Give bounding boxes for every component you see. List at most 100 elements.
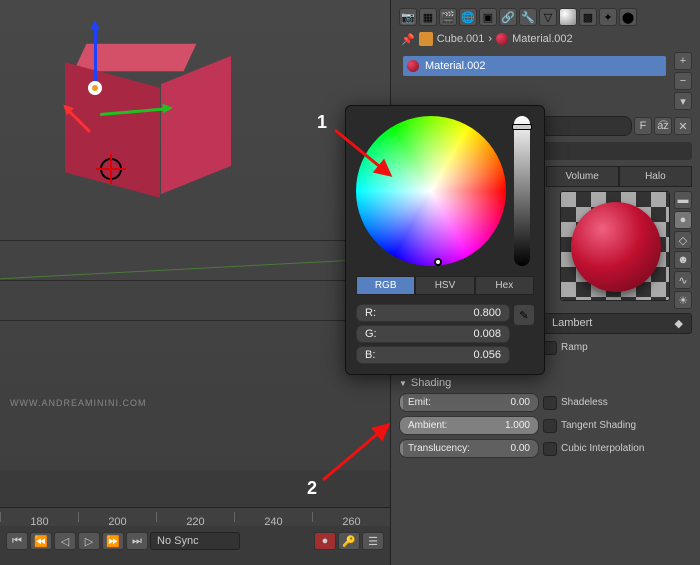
layers-tab-icon[interactable]: ▦: [419, 8, 437, 26]
diffuse-shader-label: Lambert: [552, 317, 592, 330]
preview-sky-icon[interactable]: ☀: [674, 291, 692, 309]
annotation-arrow-1: [330, 125, 400, 185]
grid-line: [0, 240, 390, 241]
preview-cube-icon[interactable]: ◇: [674, 231, 692, 249]
ambient-row: Ambient: 1.000 Tangent Shading: [399, 416, 692, 435]
texture-tab-icon[interactable]: ▩: [579, 8, 597, 26]
translucency-label: Translucency:: [408, 443, 470, 454]
data-tab-icon[interactable]: ▽: [539, 8, 557, 26]
preview-sphere-icon[interactable]: ●: [674, 211, 692, 229]
material-slot-name: Material.002: [425, 60, 486, 72]
translucency-row: Translucency: 0.00 Cubic Interpolation: [399, 439, 692, 458]
g-label: G:: [365, 328, 377, 340]
halo-tab[interactable]: Halo: [619, 166, 692, 187]
physics-tab-icon[interactable]: ⬤: [619, 8, 637, 26]
datablock-breadcrumb: 📌 Cube.001 › Material.002: [401, 32, 690, 46]
cursor-3d[interactable]: [100, 158, 122, 180]
emit-value: 0.00: [511, 397, 530, 408]
breadcrumb-material[interactable]: Material.002: [512, 33, 573, 45]
breadcrumb-separator: ›: [488, 33, 492, 45]
auto-keyframe-button[interactable]: ●: [314, 532, 336, 550]
timeline-tick: 240: [234, 512, 312, 522]
render-tab-icon[interactable]: 📷: [399, 8, 417, 26]
gizmo-z-axis[interactable]: [94, 23, 97, 88]
play-reverse-button[interactable]: ◁: [54, 532, 76, 550]
annotation-1: 1: [317, 112, 327, 133]
add-material-slot-button[interactable]: +: [674, 52, 692, 70]
timeline-editor: 180 200 220 240 260 ⏮ ⏪ ◁ ▷ ⏩ ⏭ No Sync …: [0, 507, 390, 565]
preview-monkey-icon[interactable]: ☻: [674, 251, 692, 269]
material-specials-button[interactable]: ▾: [674, 92, 692, 110]
rgb-tab[interactable]: RGB: [356, 276, 415, 295]
eyedropper-button[interactable]: ✎: [514, 305, 534, 325]
diffuse-shader-select[interactable]: Lambert ◆: [543, 313, 692, 334]
material-preview-icon: [407, 60, 419, 72]
viewport-canvas[interactable]: WWW.ANDREAMININI.COM: [0, 0, 390, 470]
g-value-field[interactable]: G: 0.008: [356, 325, 510, 343]
remove-material-slot-button[interactable]: −: [674, 72, 692, 90]
gizmo-origin[interactable]: [88, 81, 102, 95]
grid-line: [0, 320, 390, 321]
translucency-value: 0.00: [511, 443, 530, 454]
shadeless-label: Shadeless: [561, 397, 608, 408]
material-slot-list[interactable]: Material.002: [403, 56, 666, 106]
timeline-ruler[interactable]: 180 200 220 240 260: [0, 508, 390, 526]
breadcrumb-object[interactable]: Cube.001: [437, 33, 485, 45]
cubic-checkbox[interactable]: [543, 442, 557, 456]
emit-row: Emit: 0.00 Shadeless: [399, 393, 692, 412]
fake-user-button[interactable]: F: [634, 117, 652, 135]
r-value-field[interactable]: R: 0.800: [356, 304, 510, 322]
shading-panel-header[interactable]: ▼ Shading: [399, 377, 692, 389]
annotation-arrow-2: [318, 420, 398, 485]
color-mode-tabs: RGB HSV Hex: [356, 276, 534, 295]
keying-menu-icon[interactable]: ☰: [362, 532, 384, 550]
ambient-value: 1.000: [505, 420, 530, 431]
color-wheel-cursor[interactable]: [434, 258, 442, 266]
play-button[interactable]: ▷: [78, 532, 100, 550]
pin-icon[interactable]: 📌: [401, 33, 415, 46]
preview-render: [560, 191, 670, 301]
jump-end-button[interactable]: ⏭: [126, 532, 148, 550]
hex-tab[interactable]: Hex: [475, 276, 534, 295]
annotation-2: 2: [307, 478, 317, 499]
keying-set-icon[interactable]: 🔑: [338, 532, 360, 550]
preview-flat-icon[interactable]: ▬: [674, 191, 692, 209]
watermark: WWW.ANDREAMININI.COM: [10, 398, 147, 408]
mesh-cube[interactable]: [30, 20, 220, 210]
ramp-checkbox[interactable]: [543, 341, 557, 355]
emit-label: Emit:: [408, 397, 431, 408]
shadeless-checkbox[interactable]: [543, 396, 557, 410]
axis-y-line: [0, 258, 390, 279]
translucency-slider[interactable]: Translucency: 0.00: [399, 439, 539, 458]
cube-right-face: [161, 56, 231, 194]
ambient-slider[interactable]: Ambient: 1.000: [399, 416, 539, 435]
material-slot-active[interactable]: Material.002: [403, 56, 666, 76]
hsv-tab[interactable]: HSV: [415, 276, 474, 295]
value-slider[interactable]: [514, 116, 530, 266]
value-slider-handle[interactable]: [512, 124, 532, 130]
modifiers-tab-icon[interactable]: 🔧: [519, 8, 537, 26]
timeline-tick: 180: [0, 512, 78, 522]
object-tab-icon[interactable]: ▣: [479, 8, 497, 26]
preview-hair-icon[interactable]: ∿: [674, 271, 692, 289]
volume-tab[interactable]: Volume: [546, 166, 619, 187]
emit-slider[interactable]: Emit: 0.00: [399, 393, 539, 412]
scene-tab-icon[interactable]: 🎬: [439, 8, 457, 26]
material-tab-icon[interactable]: [559, 8, 577, 26]
timeline-tick: 220: [156, 512, 234, 522]
shading-label: Shading: [411, 377, 451, 389]
particles-tab-icon[interactable]: ✦: [599, 8, 617, 26]
az-sort-button[interactable]: a͡z: [654, 117, 672, 135]
keyframe-next-button[interactable]: ⏩: [102, 532, 124, 550]
playback-controls: ⏮ ⏪ ◁ ▷ ⏩ ⏭ No Sync ● 🔑 ☰: [0, 526, 390, 556]
sync-mode-select[interactable]: No Sync: [150, 532, 240, 550]
jump-start-button[interactable]: ⏮: [6, 532, 28, 550]
keyframe-prev-button[interactable]: ⏪: [30, 532, 52, 550]
ramp-label: Ramp: [561, 342, 588, 353]
b-value-field[interactable]: B: 0.056: [356, 346, 510, 364]
constraints-tab-icon[interactable]: 🔗: [499, 8, 517, 26]
b-value: 0.056: [473, 349, 501, 361]
tangent-checkbox[interactable]: [543, 419, 557, 433]
unlink-material-button[interactable]: ✕: [674, 117, 692, 135]
world-tab-icon[interactable]: 🌐: [459, 8, 477, 26]
